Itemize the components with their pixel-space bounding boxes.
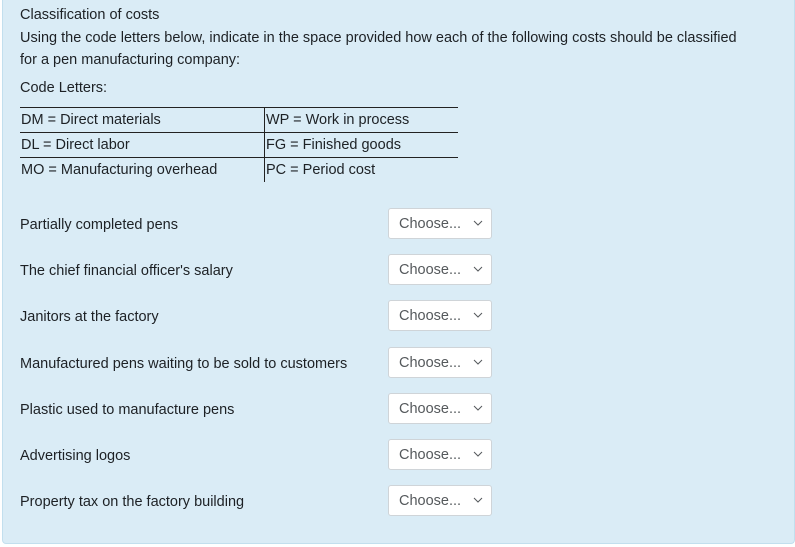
cost-item-row: Advertising logos Choose...: [20, 439, 520, 473]
select-value: Choose...: [399, 493, 462, 509]
question-instructions: Using the code letters below, indicate i…: [20, 30, 737, 68]
cost-item-label: Plastic used to manufacture pens: [20, 402, 235, 418]
classification-select-5[interactable]: Choose...: [388, 393, 492, 424]
cost-item-row: Plastic used to manufacture pens Choose.…: [20, 393, 520, 427]
classification-select-2[interactable]: Choose...: [388, 254, 492, 285]
cost-item-row: Manufactured pens waiting to be sold to …: [20, 347, 520, 381]
code-fg: FG = Finished goods: [264, 132, 458, 158]
cost-item-row: Property tax on the factory building Cho…: [20, 485, 520, 519]
select-value: Choose...: [399, 308, 462, 324]
cost-item-row: Janitors at the factory Choose...: [20, 300, 520, 334]
classification-select-6[interactable]: Choose...: [388, 439, 492, 470]
code-table-row: DM = Direct materials WP = Work in proce…: [20, 107, 458, 133]
select-value: Choose...: [399, 447, 462, 463]
chevron-down-icon: [473, 451, 483, 457]
classification-select-4[interactable]: Choose...: [388, 347, 492, 378]
code-mo: MO = Manufacturing overhead: [20, 157, 265, 182]
code-pc: PC = Period cost: [264, 157, 458, 182]
cost-item-label: Property tax on the factory building: [20, 494, 245, 510]
select-value: Choose...: [399, 262, 462, 278]
classification-select-7[interactable]: Choose...: [388, 485, 492, 516]
select-value: Choose...: [399, 401, 462, 417]
cost-item-label: Janitors at the factory: [20, 309, 159, 325]
cost-item-label: Advertising logos: [20, 448, 131, 464]
code-dm: DM = Direct materials: [20, 107, 265, 133]
code-letters-label: Code Letters:: [20, 80, 108, 96]
chevron-down-icon: [473, 359, 483, 365]
cost-item-row: Partially completed pens Choose...: [20, 208, 520, 242]
question-panel: Classification of costs Using the code l…: [2, 0, 795, 544]
classification-select-3[interactable]: Choose...: [388, 300, 492, 331]
select-value: Choose...: [399, 216, 462, 232]
question-title: Classification of costs: [20, 7, 160, 23]
chevron-down-icon: [473, 266, 483, 272]
code-dl: DL = Direct labor: [20, 132, 265, 158]
cost-item-label: The chief financial officer's salary: [20, 263, 233, 279]
select-value: Choose...: [399, 355, 462, 371]
cost-item-label: Manufactured pens waiting to be sold to …: [20, 356, 348, 372]
cost-item-label: Partially completed pens: [20, 217, 178, 233]
chevron-down-icon: [473, 312, 483, 318]
code-table-row: MO = Manufacturing overhead PC = Period …: [20, 157, 458, 182]
code-wp: WP = Work in process: [264, 107, 458, 133]
classification-select-1[interactable]: Choose...: [388, 208, 492, 239]
cost-item-row: The chief financial officer's salary Cho…: [20, 254, 520, 288]
code-letters-table: DM = Direct materials WP = Work in proce…: [20, 107, 458, 182]
chevron-down-icon: [473, 405, 483, 411]
chevron-down-icon: [473, 497, 483, 503]
chevron-down-icon: [473, 220, 483, 226]
code-table-row: DL = Direct labor FG = Finished goods: [20, 132, 458, 158]
